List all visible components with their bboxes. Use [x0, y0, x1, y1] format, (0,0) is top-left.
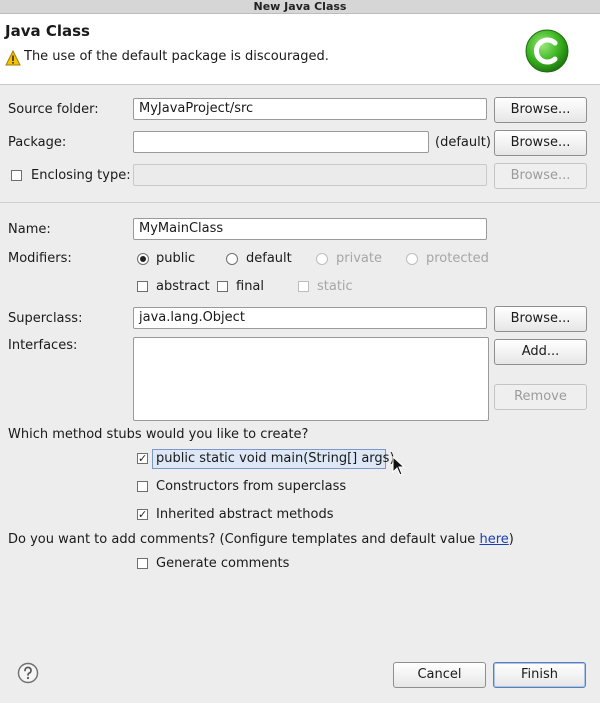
name-input[interactable]: MyMainClass: [133, 218, 487, 240]
source-folder-label: Source folder:: [8, 102, 99, 117]
package-default-hint: (default): [435, 135, 491, 150]
interfaces-add-button[interactable]: Add...: [494, 339, 587, 365]
superclass-browse-button[interactable]: Browse...: [494, 306, 587, 332]
modifier-private-label: private: [336, 251, 382, 266]
enclosing-type-browse-button: Browse...: [494, 163, 587, 189]
java-class-logo-icon: [525, 29, 569, 73]
modifiers-label: Modifiers:: [8, 251, 72, 266]
comments-question-text: Do you want to add comments? (Configure …: [8, 532, 480, 547]
enclosing-type-input: [133, 164, 487, 186]
dialog-header: Java Class The use of the default packag…: [0, 14, 600, 85]
cancel-button[interactable]: Cancel: [393, 662, 486, 688]
superclass-input[interactable]: java.lang.Object: [133, 307, 487, 329]
stub-main-label: public static void main(String[] args): [156, 451, 395, 466]
generate-comments-checkbox[interactable]: [137, 558, 148, 569]
generate-comments-label: Generate comments: [156, 556, 290, 571]
comments-question: Do you want to add comments? (Configure …: [8, 532, 514, 547]
separator: [0, 202, 600, 203]
interfaces-list[interactable]: [133, 337, 489, 421]
modifier-public-label: public: [156, 251, 196, 266]
modifier-protected-label: protected: [426, 251, 489, 266]
package-label: Package:: [8, 135, 67, 150]
modifier-private-radio: [316, 253, 328, 265]
modifier-abstract-label: abstract: [156, 279, 210, 294]
enclosing-type-checkbox[interactable]: [11, 170, 22, 181]
stub-constructors-label: Constructors from superclass: [156, 479, 347, 494]
enclosing-type-label: Enclosing type:: [31, 168, 131, 183]
stub-constructors-checkbox[interactable]: [137, 481, 148, 492]
interfaces-remove-button: Remove: [494, 384, 587, 410]
configure-templates-link[interactable]: here: [479, 532, 508, 547]
source-folder-browse-button[interactable]: Browse...: [494, 97, 587, 123]
help-icon[interactable]: [17, 662, 39, 684]
modifier-final-checkbox[interactable]: [217, 281, 228, 292]
page-title: Java Class: [5, 22, 90, 40]
name-label: Name:: [8, 222, 51, 237]
superclass-label: Superclass:: [8, 311, 83, 326]
mouse-pointer-icon: [392, 456, 406, 476]
modifier-abstract-checkbox[interactable]: [137, 281, 148, 292]
modifier-static-label: static: [317, 279, 353, 294]
header-message: The use of the default package is discou…: [24, 49, 329, 64]
package-input[interactable]: [133, 131, 429, 153]
stub-main-checkbox[interactable]: ✓: [137, 453, 148, 464]
modifier-default-radio[interactable]: [226, 253, 238, 265]
source-folder-input[interactable]: MyJavaProject/src: [133, 98, 487, 120]
window-title: New Java Class: [0, 0, 600, 14]
comments-question-end: ): [508, 532, 514, 547]
modifier-final-label: final: [236, 279, 265, 294]
method-stubs-question: Which method stubs would you like to cre…: [8, 427, 309, 442]
stub-inherited-checkbox[interactable]: ✓: [137, 509, 148, 520]
modifier-static-checkbox: [298, 281, 309, 292]
finish-button[interactable]: Finish: [493, 662, 586, 688]
modifier-default-label: default: [246, 251, 292, 266]
modifier-public-radio[interactable]: [137, 253, 149, 265]
interfaces-label: Interfaces:: [8, 338, 78, 353]
stub-inherited-label: Inherited abstract methods: [156, 507, 334, 522]
modifier-protected-radio: [406, 253, 418, 265]
package-browse-button[interactable]: Browse...: [494, 130, 587, 156]
warning-icon: [5, 50, 21, 66]
